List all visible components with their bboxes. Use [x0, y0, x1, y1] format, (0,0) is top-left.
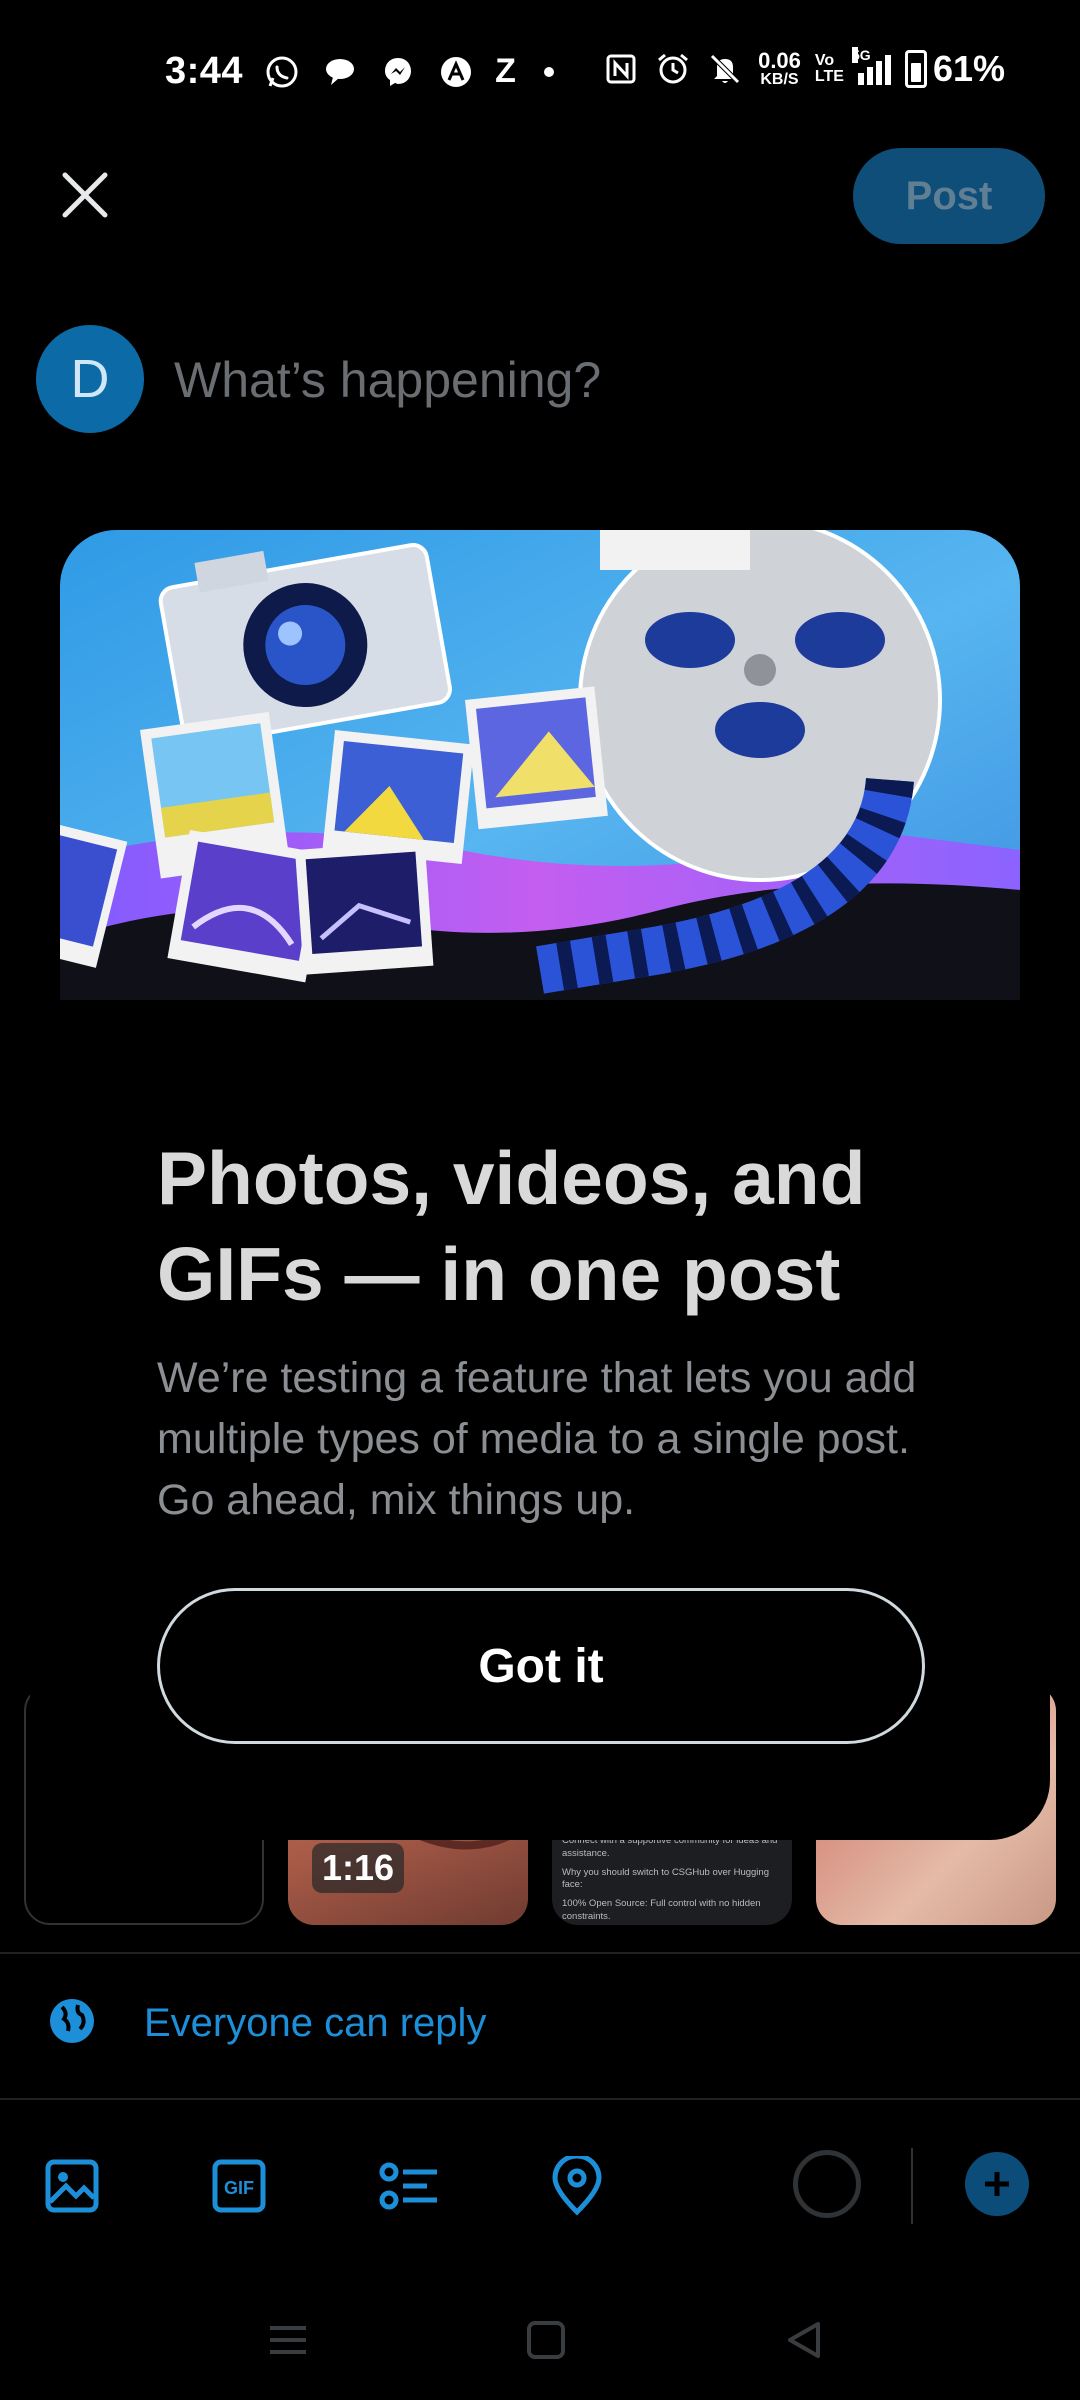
globe-icon	[50, 1999, 94, 2043]
battery-percent: 61%	[932, 48, 1005, 89]
modal-title: Photos, videos, and GIFs — in one post	[157, 1136, 866, 1316]
feature-intro-modal: Photos, videos, and GIFs — in one post W…	[30, 530, 1050, 1840]
mute-icon	[706, 50, 744, 88]
compose-toolbar: GIF	[0, 2102, 1080, 2272]
network-speed-value: 0.06	[758, 48, 801, 73]
poll-icon	[379, 2162, 437, 2210]
doc-line: 100% Open Source: Full control with no h…	[562, 1898, 761, 1923]
app-a-icon	[437, 53, 475, 91]
close-button[interactable]	[50, 160, 120, 230]
network-speed: 0.06 KB/S	[758, 50, 801, 88]
signal-strength-icon: 5G	[851, 47, 891, 85]
reply-setting[interactable]: Everyone can reply	[0, 1955, 1080, 2095]
clock: 3:44	[165, 50, 244, 92]
battery-icon	[904, 50, 927, 88]
home-button[interactable]	[516, 2310, 576, 2370]
add-poll-button[interactable]	[377, 2154, 441, 2218]
gif-icon: GIF	[212, 2159, 266, 2213]
hero-art	[60, 530, 1020, 1000]
hero-illustration	[60, 530, 1020, 1000]
add-gif-button[interactable]: GIF	[207, 2154, 271, 2218]
doc-line: Why you should switch to CSGHub over Hug…	[562, 1866, 769, 1891]
toolbar-separator	[911, 2148, 913, 2224]
avatar[interactable]: D	[36, 325, 144, 433]
add-thread-button[interactable]	[965, 2152, 1029, 2216]
image-icon	[45, 2159, 99, 2213]
divider	[0, 2098, 1080, 2100]
whatsapp-icon	[263, 53, 301, 91]
chat-bubble-icon	[321, 53, 359, 91]
modal-body: We’re testing a feature that lets you ad…	[157, 1354, 917, 1524]
video-duration: 1:16	[312, 1843, 405, 1893]
alarm-icon	[654, 50, 692, 88]
divider	[0, 1952, 1080, 1954]
z-app-icon: Z	[495, 52, 516, 90]
back-button[interactable]	[774, 2310, 834, 2370]
menu-icon	[270, 2326, 306, 2354]
post-button[interactable]: Post	[853, 148, 1045, 244]
plus-icon	[985, 2172, 1009, 2196]
status-left: 3:44 Z	[165, 50, 554, 93]
back-triangle-icon	[788, 2322, 820, 2358]
close-icon	[62, 172, 108, 218]
got-it-button[interactable]: Got it	[157, 1588, 925, 1744]
network-type: 5G	[851, 47, 871, 63]
dot-icon	[543, 66, 554, 77]
add-image-button[interactable]	[40, 2154, 104, 2218]
volte-indicator: Vo LTE	[815, 53, 844, 85]
character-count-ring	[793, 2150, 861, 2218]
status-right: 0.06 KB/S Vo LTE 5G 61%	[602, 47, 1005, 90]
status-bar: 3:44 Z 0.06 KB/S Vo LTE 5G 61%	[0, 0, 1080, 140]
volte-top: Vo	[814, 52, 835, 69]
add-location-button[interactable]	[545, 2154, 609, 2218]
home-square-icon	[527, 2321, 565, 2359]
reply-setting-label: Everyone can reply	[144, 2001, 487, 2045]
nfc-icon	[602, 50, 640, 88]
network-speed-unit: KB/S	[760, 71, 799, 88]
battery-indicator: 61%	[904, 48, 1005, 90]
location-icon	[552, 2156, 602, 2216]
recent-apps-button[interactable]	[258, 2310, 318, 2370]
system-nav-bar	[0, 2290, 1080, 2400]
gif-label: GIF	[224, 2178, 254, 2198]
messenger-icon	[379, 53, 417, 91]
compose-input[interactable]	[174, 345, 874, 415]
volte-bottom: LTE	[814, 68, 844, 85]
